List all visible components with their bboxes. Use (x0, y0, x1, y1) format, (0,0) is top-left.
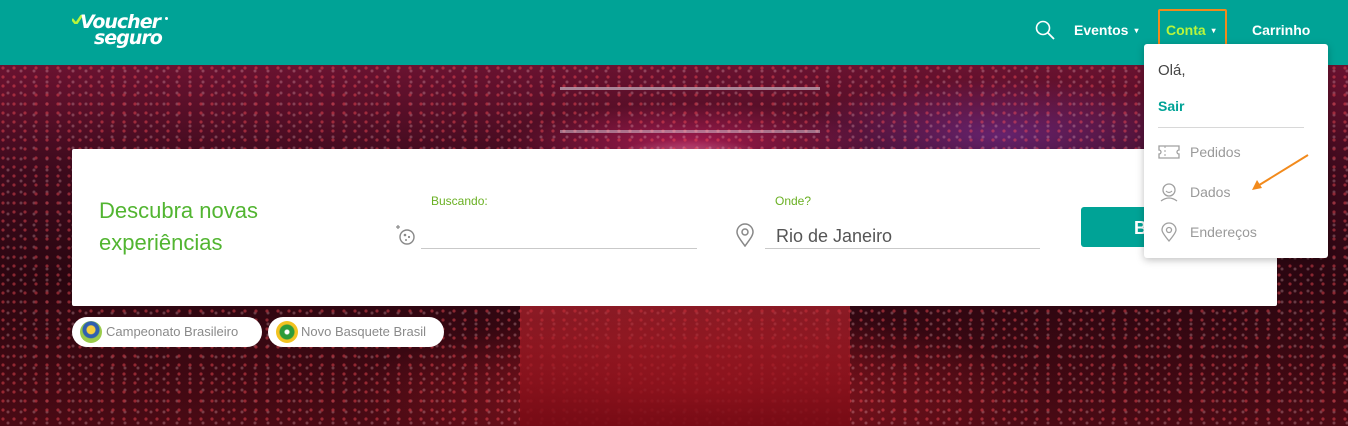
trophy-icon (80, 321, 102, 343)
greeting-text: Olá, (1158, 62, 1186, 79)
nav-eventos-label: Eventos (1074, 22, 1129, 38)
menu-item-label: Endereços (1190, 224, 1257, 240)
search-icon[interactable] (1035, 20, 1055, 40)
location-input[interactable] (765, 224, 1040, 249)
chip-label: Campeonato Brasileiro (106, 324, 239, 339)
stage-truss (560, 87, 820, 133)
account-dropdown-menu: Olá, Sair Pedidos Dados Endereços (1144, 44, 1328, 258)
discover-icon (396, 225, 415, 245)
search-card: Descubra novas experiências Buscando: On… (72, 149, 1277, 306)
search-input[interactable] (421, 224, 697, 249)
user-face-icon (1160, 183, 1178, 202)
voucher-seguro-logo[interactable]: Voucher seguro (72, 13, 172, 51)
annotation-highlight-box (1158, 9, 1227, 49)
menu-item-enderecos[interactable]: Endereços (1158, 220, 1318, 244)
menu-item-label: Pedidos (1190, 144, 1241, 160)
nbb-logo-icon (276, 321, 298, 343)
chip-campeonato-brasileiro[interactable]: Campeonato Brasileiro (72, 317, 262, 347)
menu-divider (1158, 127, 1304, 128)
nav-carrinho[interactable]: Carrinho (1252, 20, 1310, 40)
logout-link[interactable]: Sair (1158, 97, 1184, 115)
menu-item-label: Dados (1190, 184, 1231, 200)
ticket-icon (1158, 145, 1180, 159)
annotation-arrow-icon (1252, 154, 1309, 190)
chip-label: Novo Basquete Brasil (301, 324, 427, 339)
location-pin-icon (736, 223, 754, 247)
chip-novo-basquete-brasil[interactable]: Novo Basquete Brasil (268, 317, 444, 347)
chevron-down-icon: ▾ (1134, 26, 1139, 35)
nav-eventos[interactable]: Eventos ▾ (1074, 20, 1138, 41)
location-field-label: Onde? (775, 194, 812, 208)
search-field-label: Buscando: (431, 194, 488, 208)
arena-floor (520, 305, 850, 426)
logo-text-line2: seguro (94, 27, 163, 49)
logo-dot (165, 17, 168, 20)
location-pin-icon (1161, 222, 1177, 242)
search-card-title: Descubra novas experiências (99, 198, 258, 255)
